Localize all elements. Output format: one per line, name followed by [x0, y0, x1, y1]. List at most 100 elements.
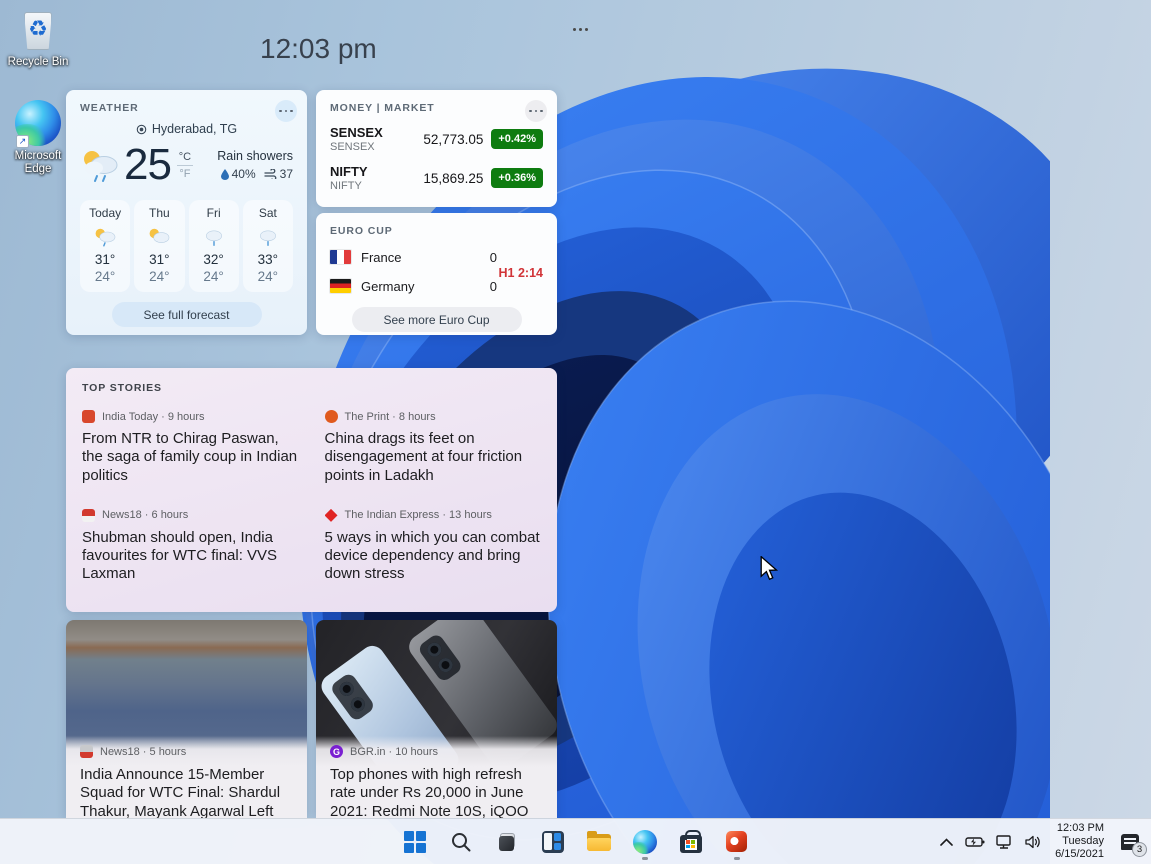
taskbar: 12:03 PM Tuesday 6/15/2021 3	[0, 818, 1151, 864]
story-headline: 5 ways in which you can combat device de…	[325, 529, 542, 584]
battery-charging-icon	[965, 836, 985, 848]
edge-icon	[633, 830, 657, 854]
market-row-sensex[interactable]: SENSEX SENSEX 52,773.05 +0.42%	[330, 125, 543, 153]
unit-celsius[interactable]: °C	[177, 151, 193, 163]
weather-menu-button[interactable]	[275, 100, 297, 122]
edge-icon: ↗	[14, 100, 62, 148]
tray-day: Tuesday	[1055, 835, 1104, 848]
the-print-icon	[325, 410, 338, 423]
weather-condition: Rain showers	[217, 149, 293, 163]
edge-button[interactable]	[628, 822, 662, 862]
story-headline: China drags its feet on disengagement at…	[325, 430, 542, 485]
droplet-icon	[221, 169, 229, 180]
euro-cup-widget: EURO CUP France 0 Germany 0 H1 2:14 See …	[316, 213, 557, 335]
top-stories-widget: TOP STORIES India Today · 9 hours From N…	[66, 368, 557, 612]
file-explorer-button[interactable]	[582, 822, 616, 862]
sensex-change-badge: +0.42%	[491, 129, 543, 149]
widgets-button[interactable]	[536, 822, 570, 862]
weather-title: WEATHER	[80, 102, 293, 114]
nifty-change-badge: +0.36%	[491, 168, 543, 188]
battery-status[interactable]	[964, 827, 986, 857]
france-flag-icon	[330, 250, 351, 264]
market-row-nifty[interactable]: NIFTY NIFTY 15,869.25 +0.36%	[330, 164, 543, 192]
match-status: H1 2:14	[499, 266, 543, 280]
story-item[interactable]: News18 · 6 hours Shubman should open, In…	[82, 509, 299, 584]
folder-icon	[587, 832, 611, 851]
sensex-value: 52,773.05	[423, 132, 483, 147]
tray-chevron-button[interactable]	[935, 827, 957, 857]
news-headline: Top phones with high refresh rate under …	[330, 766, 543, 818]
speaker-icon	[1025, 835, 1041, 849]
indian-express-icon	[325, 509, 338, 522]
wind-value: 37	[280, 167, 293, 181]
weather-location-row[interactable]: Hyderabad, TG	[80, 122, 293, 136]
weather-widget: WEATHER Hyderabad, TG 25 °C °F Rain show…	[66, 90, 307, 335]
wind-icon	[264, 169, 277, 179]
story-item[interactable]: The Print · 8 hours China drags its feet…	[325, 410, 542, 485]
news18-icon	[80, 745, 93, 758]
microsoft-store-button[interactable]	[674, 822, 708, 862]
story-headline: From NTR to Chirag Paswan, the saga of f…	[82, 430, 299, 485]
match-team-row[interactable]: France 0	[330, 248, 543, 266]
search-button[interactable]	[444, 822, 478, 862]
notification-center-button[interactable]: 3	[1115, 827, 1145, 857]
start-button[interactable]	[398, 822, 432, 862]
forecast-day[interactable]: Fri 32° 24°	[189, 200, 239, 292]
news-headline: India Announce 15-Member Squad for WTC F…	[80, 766, 293, 818]
france-score: 0	[490, 250, 497, 265]
forecast-day[interactable]: Today 31° 24°	[80, 200, 130, 292]
office-button[interactable]	[720, 822, 754, 862]
desktop-icon-microsoft-edge[interactable]: ↗ Microsoft Edge	[0, 100, 76, 176]
forecast-day[interactable]: Sat 33° 24°	[243, 200, 293, 292]
market-menu-button[interactable]	[525, 100, 547, 122]
tray-clock[interactable]: 12:03 PM Tuesday 6/15/2021	[1051, 822, 1108, 861]
news-card-phones[interactable]: GBGR.in · 10 hours Top phones with high …	[316, 620, 557, 818]
notification-count-badge: 3	[1132, 842, 1147, 857]
news18-icon	[82, 509, 95, 522]
news-card-cricket[interactable]: News18 · 5 hours India Announce 15-Membe…	[66, 620, 307, 818]
desktop-icon-recycle-bin[interactable]: ♻ Recycle Bin	[0, 6, 76, 69]
desktop-icon-label: Microsoft Edge	[0, 150, 76, 176]
volume-status[interactable]	[1022, 827, 1044, 857]
desktop-icon-label: Recycle Bin	[0, 56, 76, 69]
network-status[interactable]	[993, 827, 1015, 857]
story-headline: Shubman should open, India favourites fo…	[82, 529, 299, 584]
sun-cloud-icon	[147, 227, 171, 247]
euro-cup-title: EURO CUP	[330, 225, 543, 237]
unit-toggle[interactable]: °C °F	[177, 151, 193, 180]
location-pin-icon	[136, 124, 147, 135]
ellipsis-icon	[529, 110, 543, 113]
see-full-forecast-button[interactable]: See full forecast	[112, 302, 262, 327]
market-title: MONEY | MARKET	[330, 102, 543, 114]
unit-fahrenheit[interactable]: °F	[177, 168, 193, 180]
see-more-euro-cup-button[interactable]: See more Euro Cup	[352, 307, 522, 332]
forecast-row: Today 31° 24° Thu 31° 24° Fri 32° 24° Sa…	[80, 200, 293, 292]
nifty-value: 15,869.25	[423, 171, 483, 186]
current-temperature: 25	[124, 140, 171, 190]
tray-date: 6/15/2021	[1055, 848, 1104, 861]
bgr-icon: G	[330, 745, 343, 758]
ethernet-icon	[996, 835, 1013, 849]
story-item[interactable]: India Today · 9 hours From NTR to Chirag…	[82, 410, 299, 485]
running-indicator	[734, 857, 740, 860]
tray-time: 12:03 PM	[1055, 822, 1104, 835]
india-today-icon	[82, 410, 95, 423]
ellipsis-icon	[279, 110, 293, 113]
widgets-icon	[542, 831, 564, 853]
task-view-icon	[495, 830, 519, 854]
office-icon	[726, 831, 747, 852]
task-view-button[interactable]	[490, 822, 524, 862]
story-item[interactable]: The Indian Express · 13 hours 5 ways in …	[325, 509, 542, 584]
rain-cloud-icon	[202, 227, 226, 247]
forecast-day[interactable]: Thu 31° 24°	[134, 200, 184, 292]
rain-cloud-icon	[256, 227, 280, 247]
recycle-bin-icon: ♻	[14, 6, 62, 54]
shortcut-arrow-icon: ↗	[16, 135, 29, 148]
germany-score: 0	[490, 279, 497, 294]
store-bag-icon	[680, 835, 702, 853]
running-indicator	[642, 857, 648, 860]
widgets-panel-clock: 12:03 pm	[260, 33, 377, 65]
precipitation-value: 40%	[232, 167, 256, 181]
widgets-panel-more-button[interactable]	[568, 22, 592, 36]
chevron-up-icon	[940, 838, 953, 846]
